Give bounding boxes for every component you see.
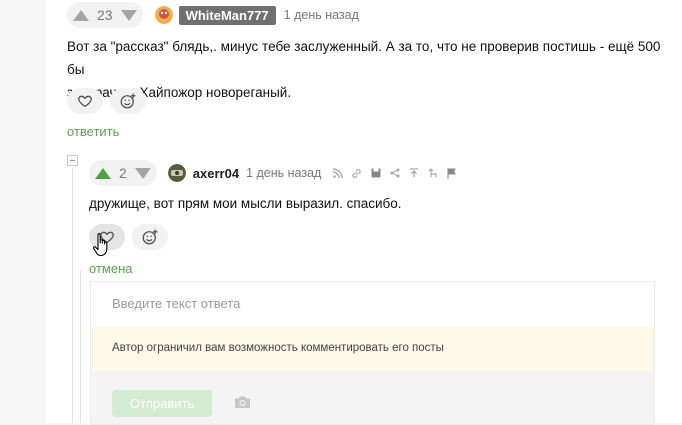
reply-form-footer: Отправить xyxy=(91,371,654,424)
comment1-rating: 23 xyxy=(97,7,113,23)
reply-link[interactable]: ответить xyxy=(67,124,119,139)
restriction-notice-text: Автор ограничил вам возможность комменти… xyxy=(112,342,444,354)
heart-icon xyxy=(78,95,92,108)
comment2-time[interactable]: 1 день назад xyxy=(246,166,321,180)
rss-icon[interactable] xyxy=(331,167,344,180)
reply-form: Введите текст ответа Автор ограничил вам… xyxy=(90,281,655,425)
thread-line-reply xyxy=(80,270,81,423)
camera-icon[interactable] xyxy=(234,395,251,409)
upvote-icon[interactable] xyxy=(95,167,111,179)
comment2-tools xyxy=(331,167,458,180)
restriction-notice: Автор ограничил вам возможность комменти… xyxy=(91,327,654,371)
parent-comment-icon[interactable] xyxy=(426,167,439,180)
comment1-avatar[interactable] xyxy=(154,6,173,24)
comment2-header: 2 axerr04 1 день назад xyxy=(89,160,458,186)
comment2-emoji-button[interactable] xyxy=(132,224,168,250)
comment2-text: дружище, вот прям мои мысли выразил. спа… xyxy=(89,196,402,211)
comment1-text-line1: Вот за "рассказ" блядь,. минус тебе засл… xyxy=(67,39,661,77)
emoji-add-icon xyxy=(120,93,136,109)
hand-cursor-icon xyxy=(92,233,108,257)
upvote-icon[interactable] xyxy=(73,9,89,21)
comment2-rating: 2 xyxy=(119,165,127,181)
report-flag-icon[interactable] xyxy=(445,167,458,180)
comment1-time[interactable]: 1 день назад xyxy=(284,8,359,22)
emoji-add-icon xyxy=(142,229,158,245)
comment1-header: 23 WhiteMan777 1 день назад xyxy=(67,2,359,28)
downvote-icon[interactable] xyxy=(134,167,151,179)
go-to-top-icon[interactable] xyxy=(407,167,420,180)
comment2-author[interactable]: axerr04 xyxy=(193,166,239,181)
collapse-thread-toggle[interactable] xyxy=(67,155,78,166)
thread-line-root xyxy=(72,168,73,423)
comment1-author[interactable]: WhiteMan777 xyxy=(178,5,276,25)
comment2-vote: 2 xyxy=(89,160,157,186)
comment2-avatar[interactable] xyxy=(167,164,186,182)
comment1-vote: 23 xyxy=(67,2,143,28)
link-icon[interactable] xyxy=(350,167,363,180)
share-icon[interactable] xyxy=(388,167,401,180)
comment1-text: Вот за "рассказ" блядь,. минус тебе засл… xyxy=(67,35,667,104)
comment1-emoji-button[interactable] xyxy=(110,88,146,114)
reply-input[interactable]: Введите текст ответа xyxy=(112,296,240,311)
send-button[interactable]: Отправить xyxy=(112,390,212,417)
comment1-text-line2: захерачил. Хайпожор новореганый. xyxy=(67,85,292,100)
comment1-like-button[interactable] xyxy=(67,88,103,114)
downvote-icon[interactable] xyxy=(120,9,137,21)
cancel-link[interactable]: отмена xyxy=(89,261,132,276)
save-icon[interactable] xyxy=(369,167,382,180)
